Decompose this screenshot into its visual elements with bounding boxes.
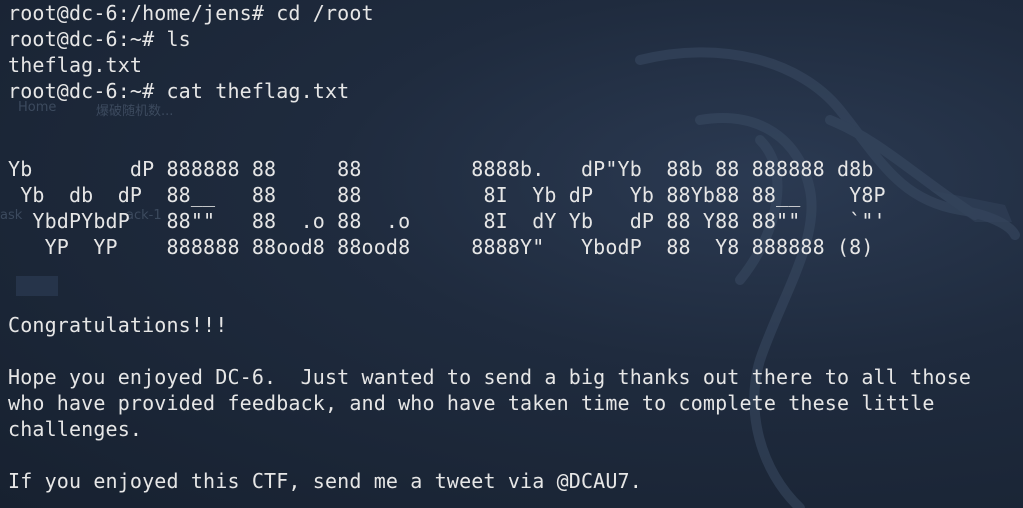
ascii-art-line: YbdPYbdP 88"" 88 .o 88 .o 8I dY Yb dP 88… [8, 209, 886, 233]
message-line: challenges. [8, 417, 143, 441]
ascii-art-line: Yb dP 888888 88 88 8888b. dP"Yb 88b 88 8… [8, 157, 874, 181]
terminal-line: theflag.txt [8, 53, 143, 77]
terminal-line: root@dc-6:/home/jens# cd /root [8, 1, 374, 25]
message-line: who have provided feedback, and who have… [8, 391, 935, 415]
message-line: Hope you enjoyed DC-6. Just wanted to se… [8, 365, 972, 389]
congrats-line: Congratulations!!! [8, 313, 228, 337]
terminal-output[interactable]: root@dc-6:/home/jens# cd /root root@dc-6… [8, 0, 971, 494]
terminal-line: root@dc-6:~# ls [8, 27, 191, 51]
ascii-art-line: YP YP 888888 88ood8 88ood8 8888Y" YbodP … [8, 235, 874, 259]
message-line: If you enjoyed this CTF, send me a tweet… [8, 469, 642, 493]
ascii-art-line: Yb db dP 88__ 88 88 8I Yb dP Yb 88Yb88 8… [8, 183, 886, 207]
terminal-line: root@dc-6:~# cat theflag.txt [8, 79, 350, 103]
